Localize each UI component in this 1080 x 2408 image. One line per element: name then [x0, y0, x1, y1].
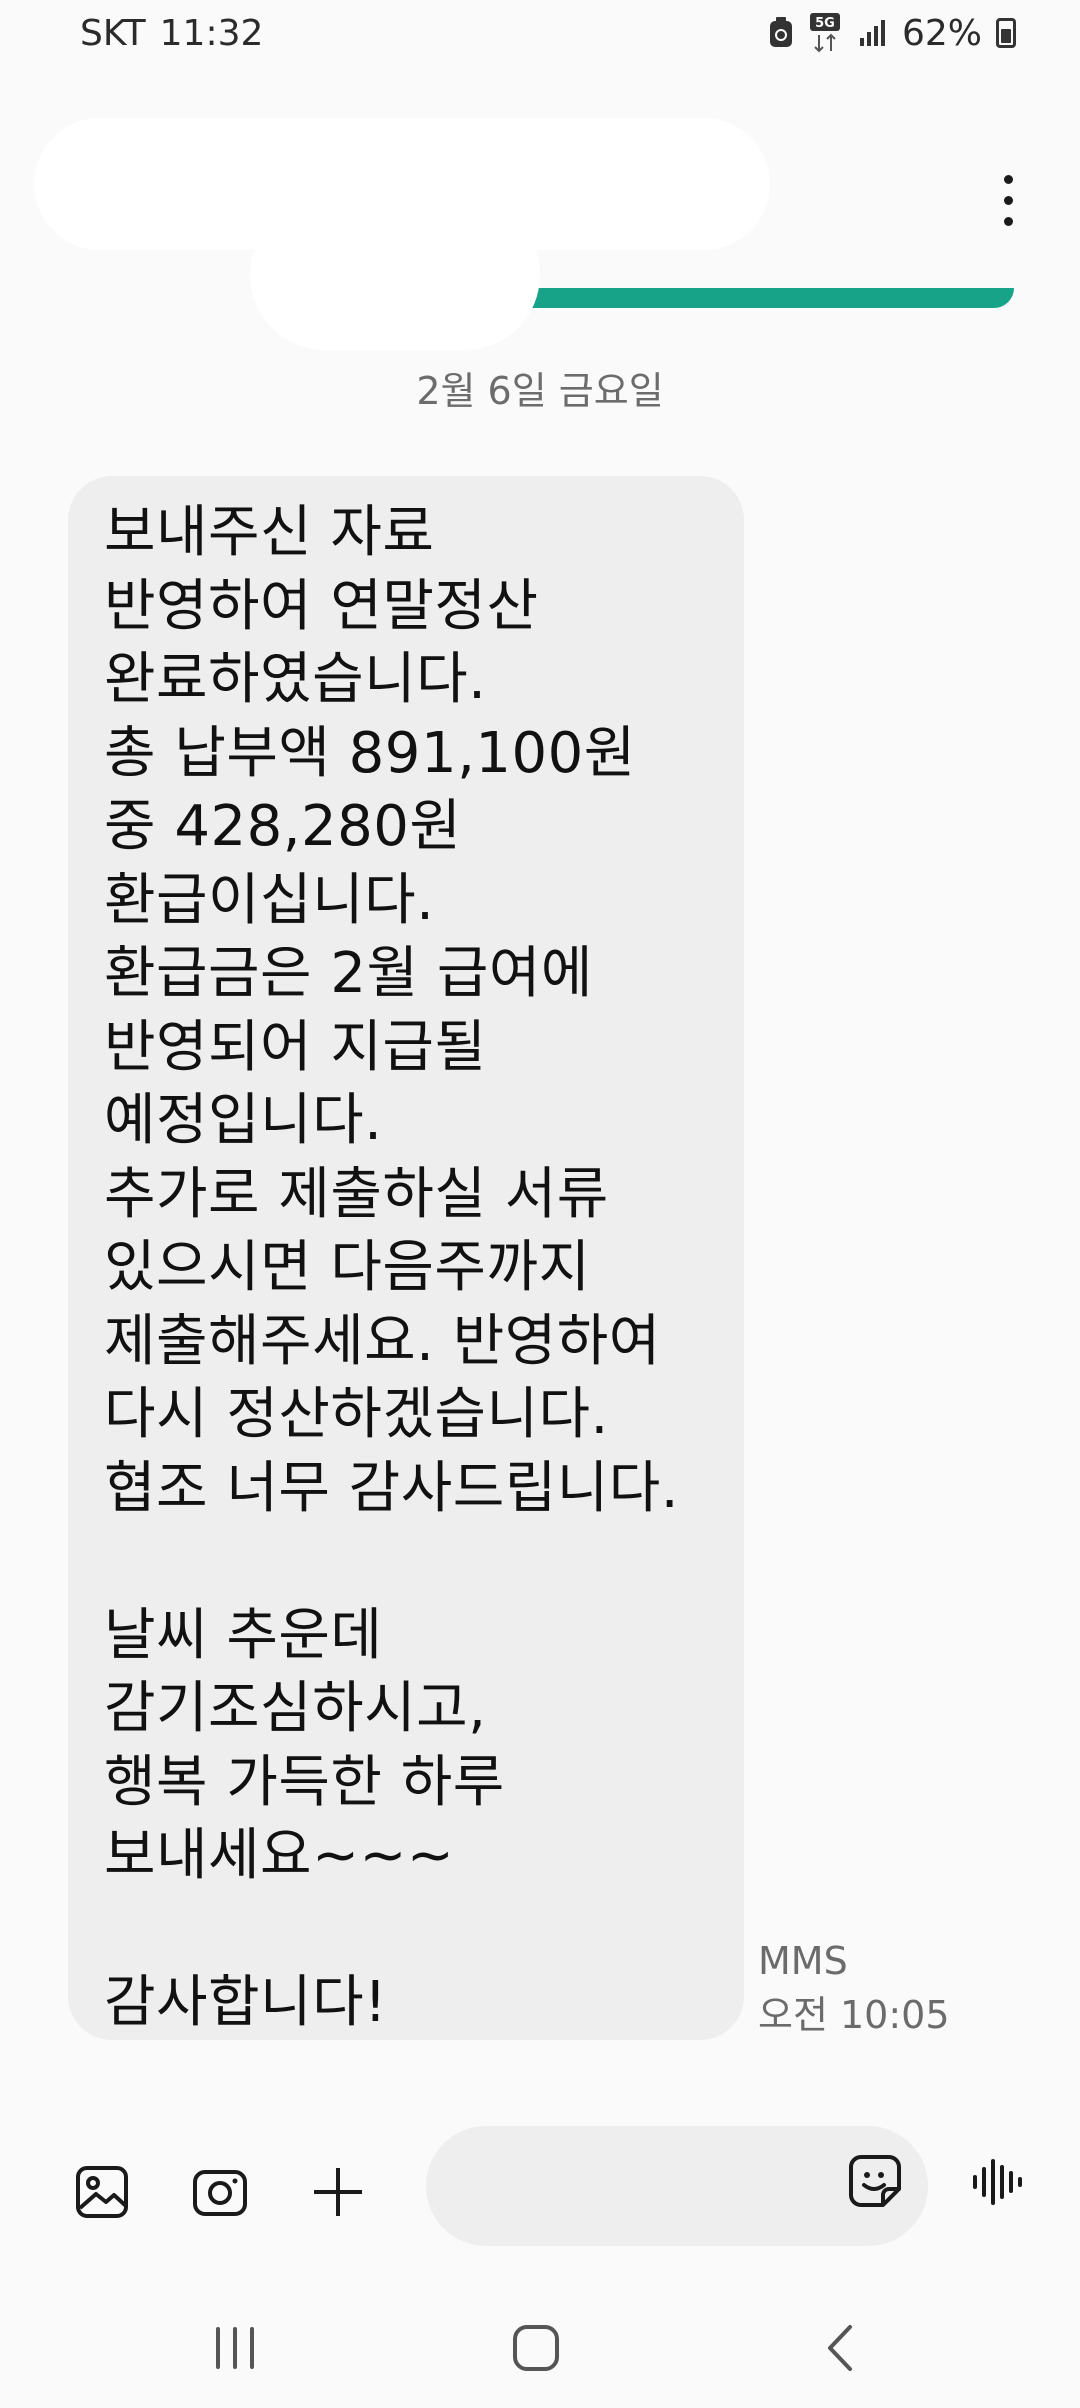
- battery-icon: [996, 18, 1016, 48]
- date-divider: 2월 6일 금요일: [416, 369, 664, 413]
- back-button[interactable]: [790, 2310, 890, 2390]
- message-line: 협조 너무 감사드립니다.: [104, 1455, 680, 1521]
- message-line: 환급금은 2월 급여에: [104, 941, 593, 1006]
- home-icon: [511, 2323, 561, 2377]
- message-meta: MMS 오전 10:05: [758, 1934, 950, 2042]
- back-icon: [820, 2323, 860, 2377]
- redaction-cover: [250, 200, 540, 350]
- carrier-label: SKT: [80, 12, 146, 54]
- message-line: 보내세요~~~: [104, 1823, 455, 1888]
- header-accent-bar: [520, 288, 1014, 308]
- message-line: 감사합니다!: [104, 1970, 388, 2035]
- battery-saver-icon: [768, 17, 794, 49]
- gallery-button[interactable]: [64, 2156, 140, 2232]
- message-line: 감기조심하시고,: [104, 1676, 487, 1741]
- message-line: 완료하였습니다.: [104, 647, 487, 712]
- message-type-label: MMS: [758, 1939, 848, 1983]
- message-line: 보내주신 자료: [104, 500, 435, 565]
- message-line: 제출해주세요. 반영하여: [104, 1308, 661, 1374]
- network-label: 5G: [815, 16, 835, 31]
- home-button[interactable]: [486, 2310, 586, 2390]
- status-bar: SKT 11:32 5G 62%: [0, 0, 1080, 66]
- message-line: 날씨 추운데: [104, 1602, 383, 1668]
- more-options-button[interactable]: [980, 160, 1036, 240]
- status-left: SKT 11:32: [80, 13, 263, 54]
- message-line: 반영하여 연말정산: [104, 573, 539, 639]
- messages-screen: SKT 11:32 5G 62% 2월 6일 금요일 보내주신 자료 반영하여 …: [0, 0, 1080, 2408]
- message-line: 반영되어 지급될: [104, 1014, 487, 1080]
- recents-button[interactable]: [185, 2310, 285, 2390]
- plus-icon: [311, 2165, 365, 2223]
- sticker-button[interactable]: [842, 2150, 908, 2216]
- system-nav-bar: [0, 2290, 1080, 2408]
- message-line: 환급이십니다.: [104, 867, 435, 933]
- message-line: 예정입니다.: [104, 1088, 383, 1153]
- message-timestamp: 오전 10:05: [758, 1993, 950, 2037]
- message-line: 총 납부액 891,100원: [104, 720, 636, 786]
- sticker-icon: [847, 2153, 903, 2213]
- camera-icon: [191, 2166, 249, 2222]
- clock: 11:32: [159, 12, 264, 54]
- message-input[interactable]: [466, 2164, 826, 2208]
- gallery-icon: [74, 2164, 130, 2224]
- message-bubble[interactable]: 보내주신 자료 반영하여 연말정산 완료하였습니다. 총 납부액 891,100…: [68, 476, 744, 2040]
- network-5g-icon: 5G: [808, 13, 844, 53]
- message-line: 중 428,280원: [104, 794, 462, 859]
- message-line: 행복 가득한 하루: [104, 1749, 505, 1815]
- message-line: 있으시면 다음주까지: [104, 1235, 591, 1300]
- signal-icon: [858, 18, 888, 48]
- more-vertical-icon: [1003, 174, 1013, 184]
- recents-icon: [210, 2325, 260, 2375]
- camera-button[interactable]: [182, 2156, 258, 2232]
- status-right: 5G 62%: [768, 13, 1016, 54]
- message-line: [104, 1893, 744, 1967]
- message-line: [104, 1525, 744, 1599]
- message-line: 다시 정산하겠습니다.: [104, 1382, 609, 1447]
- add-attachment-button[interactable]: [300, 2156, 376, 2232]
- voice-record-button[interactable]: [964, 2152, 1034, 2216]
- message-line: 추가로 제출하실 서류: [104, 1161, 609, 1227]
- voice-wave-icon: [969, 2155, 1029, 2213]
- battery-percent: 62%: [901, 12, 982, 54]
